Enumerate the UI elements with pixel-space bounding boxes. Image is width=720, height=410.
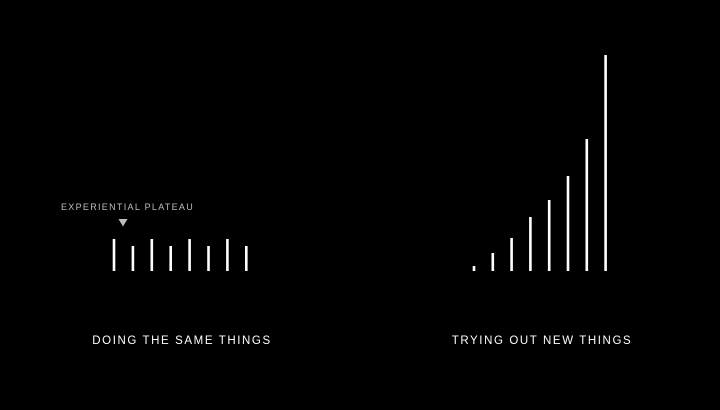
bar <box>245 246 248 271</box>
bar <box>529 217 532 271</box>
growth-bars <box>472 55 607 271</box>
bar <box>566 176 570 271</box>
bar <box>510 238 513 271</box>
bar <box>226 239 229 271</box>
bar <box>585 139 589 271</box>
bar <box>547 200 551 271</box>
bar <box>131 246 135 271</box>
bar <box>604 55 607 271</box>
trying-out-new-things-caption: TRYING OUT NEW THINGS <box>451 335 633 347</box>
bar <box>150 239 154 271</box>
bar <box>188 239 191 271</box>
bar <box>472 266 476 271</box>
slide-canvas: EXPERIENTIAL PLATEAU DOING THE SAME THIN… <box>0 0 720 405</box>
bar <box>112 239 116 271</box>
bar <box>491 253 495 271</box>
doing-the-same-things-caption: DOING THE SAME THINGS <box>92 335 272 347</box>
plateau-bars <box>112 239 248 271</box>
bar <box>169 246 172 271</box>
bar <box>207 246 210 271</box>
down-triangle-icon <box>118 219 128 227</box>
experiential-plateau-label: EXPERIENTIAL PLATEAU <box>61 202 195 212</box>
